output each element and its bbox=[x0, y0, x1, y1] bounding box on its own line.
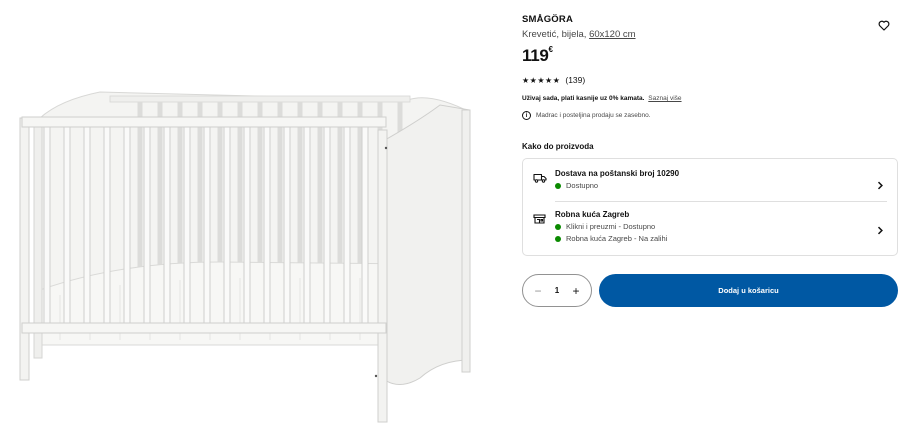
available-dot-icon bbox=[555, 182, 561, 189]
info-icon: i bbox=[522, 111, 531, 120]
product-info-panel: SMÅGÖRA Krevetić, bijela, 60x120 cm 119€… bbox=[522, 14, 898, 307]
product-image bbox=[0, 0, 500, 430]
store-status-pickup-text: Klikni i preuzmi - Dostupno bbox=[566, 222, 656, 231]
store-title: Robna kuća Zagreb bbox=[555, 210, 630, 219]
available-dot-icon bbox=[555, 235, 561, 242]
store-icon bbox=[533, 210, 555, 250]
delivery-option-store[interactable]: Robna kuća Zagreb Klikni i preuzmi - Dos… bbox=[523, 210, 897, 250]
pay-later-link[interactable]: Saznaj više bbox=[648, 95, 681, 102]
store-status-stock: Robna kuća Zagreb - Na zalihi bbox=[555, 234, 873, 243]
quantity-decrease-button[interactable]: − bbox=[532, 285, 544, 297]
heart-icon bbox=[878, 20, 890, 31]
delivery-option-shipping[interactable]: Dostava na poštanski broj 10290 Dostupno bbox=[523, 169, 897, 201]
crib-illustration bbox=[19, 91, 471, 423]
product-price: 119€ bbox=[522, 45, 898, 66]
product-description: Krevetić, bijela, 60x120 cm bbox=[522, 29, 898, 40]
sold-separately-notice: i Madrac i posteljina prodaju se zasebno… bbox=[522, 111, 898, 120]
product-size-link[interactable]: 60x120 cm bbox=[589, 29, 635, 40]
shipping-status-text: Dostupno bbox=[566, 181, 599, 190]
price-value: 119 bbox=[522, 46, 549, 65]
quantity-increase-button[interactable]: + bbox=[570, 285, 582, 297]
shipping-title: Dostava na poštanski broj 10290 bbox=[555, 169, 680, 178]
store-status-pickup: Klikni i preuzmi - Dostupno bbox=[555, 222, 873, 231]
shipping-text: Dostava na poštanski broj 10290 Dostupno bbox=[555, 169, 873, 201]
pay-later-text: Uživaj sada, plati kasnije uz 0% kamata. bbox=[522, 95, 645, 102]
chevron-right-icon bbox=[873, 169, 887, 201]
product-header: SMÅGÖRA Krevetić, bijela, 60x120 cm bbox=[522, 14, 898, 40]
delivery-heading: Kako do proizvoda bbox=[522, 142, 594, 151]
product-rating[interactable]: ★★★★★ (139) bbox=[522, 75, 898, 85]
chevron-right-icon bbox=[873, 210, 887, 250]
rating-stars-icon: ★★★★★ bbox=[522, 75, 561, 85]
rating-count: (139) bbox=[565, 75, 586, 85]
quantity-stepper[interactable]: − 1 + bbox=[522, 274, 592, 307]
available-dot-icon bbox=[555, 223, 561, 230]
price-currency: € bbox=[548, 45, 553, 55]
favourite-button[interactable] bbox=[876, 17, 892, 33]
notice-text: Madrac i posteljina prodaju se zasebno. bbox=[536, 112, 651, 119]
buy-controls: − 1 + Dodaj u košaricu bbox=[522, 274, 898, 307]
quantity-value: 1 bbox=[554, 286, 560, 295]
divider bbox=[555, 201, 887, 202]
pay-later-banner: Uživaj sada, plati kasnije uz 0% kamata.… bbox=[522, 95, 898, 102]
delivery-options: Dostava na poštanski broj 10290 Dostupno… bbox=[522, 158, 898, 256]
product-name: SMÅGÖRA bbox=[522, 14, 574, 25]
truck-icon bbox=[533, 169, 555, 201]
store-text: Robna kuća Zagreb Klikni i preuzmi - Dos… bbox=[555, 210, 873, 250]
product-description-text: Krevetić, bijela, bbox=[522, 29, 587, 40]
store-status-stock-text: Robna kuća Zagreb - Na zalihi bbox=[566, 234, 668, 243]
add-to-cart-button[interactable]: Dodaj u košaricu bbox=[599, 274, 898, 307]
shipping-status: Dostupno bbox=[555, 181, 873, 190]
